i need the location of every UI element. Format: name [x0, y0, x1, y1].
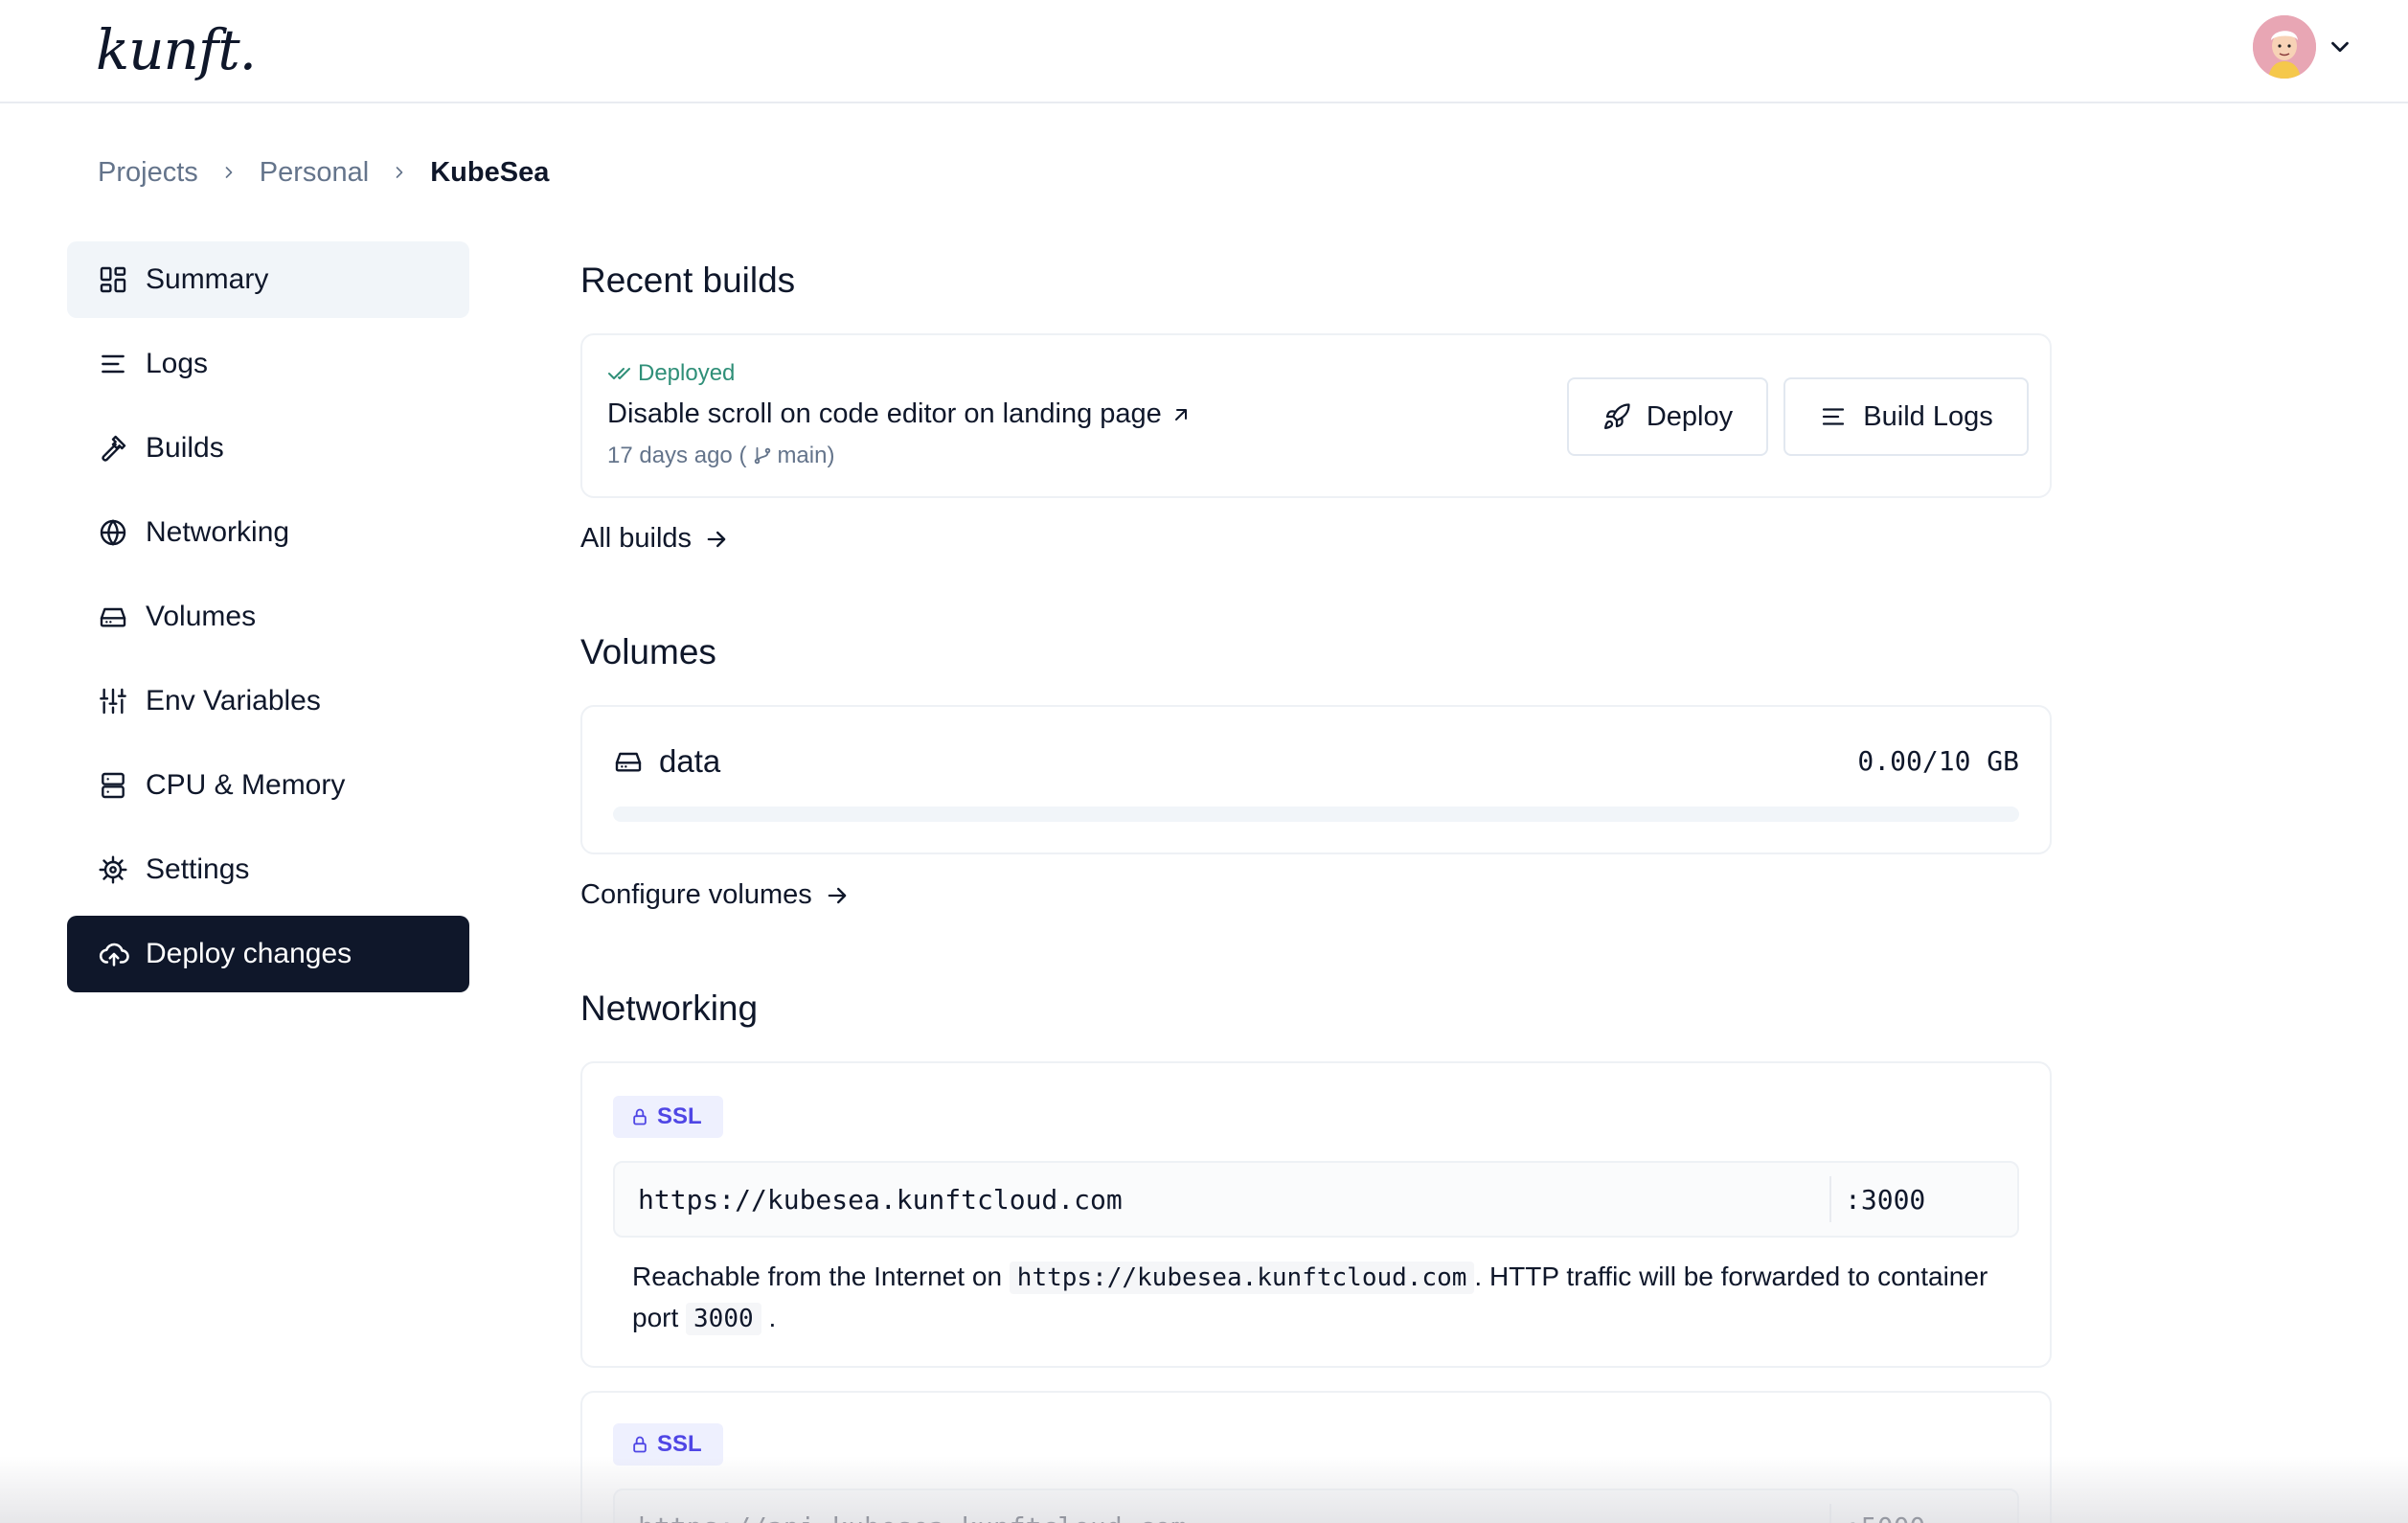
volumes-title: Volumes — [580, 632, 716, 671]
sidebar-item-label: Logs — [146, 348, 209, 379]
globe-icon — [100, 519, 126, 546]
sidebar-item-cpu-memory[interactable]: CPU & Memory — [67, 747, 469, 824]
deploy-button[interactable]: Deploy — [1567, 377, 1768, 456]
commit-message: Disable scroll on code editor on landing… — [607, 398, 1162, 429]
server-icon — [102, 772, 125, 799]
align-left-icon — [102, 354, 125, 374]
align-left-icon — [1823, 408, 1845, 425]
configure-volumes-link[interactable]: Configure volumes — [580, 879, 851, 911]
build-status: Deployed — [607, 360, 735, 387]
user-avatar[interactable] — [2253, 15, 2316, 79]
endpoint-description: Reachable from the Internet on https://k… — [632, 1257, 2000, 1339]
breadcrumb-kubesea: KubeSea — [430, 156, 550, 188]
endpoint-url[interactable]: https://api.kubesea.kunftcloud.com — [638, 1512, 1187, 1523]
sliders-icon — [100, 688, 126, 715]
endpoint-url[interactable]: https://kubesea.kunftcloud.com — [638, 1184, 1123, 1216]
build-logs-button-label: Build Logs — [1863, 400, 1993, 432]
networking-title: Networking — [580, 989, 759, 1028]
all-builds-link[interactable]: All builds — [580, 523, 730, 555]
volume-name: data — [613, 743, 720, 780]
arrow-right-icon — [707, 531, 726, 547]
lock-icon — [633, 1436, 647, 1453]
breadcrumb-personal[interactable]: Personal — [260, 157, 369, 189]
endpoint-card: SSL https://kubesea.kunftcloud.com :3000… — [580, 1061, 2052, 1368]
configure-volumes-label: Configure volumes — [580, 879, 812, 910]
volume-usage: 0.00/10 GB — [1857, 745, 2019, 777]
layout-dashboard-icon — [100, 266, 126, 293]
build-meta: 17 days ago ( main) — [607, 443, 834, 469]
top-bar: kunft. — [0, 0, 2408, 103]
chevron-down-icon[interactable] — [2326, 33, 2354, 61]
logo[interactable]: kunft. — [96, 17, 257, 82]
sidebar-item-label: CPU & Memory — [146, 769, 346, 801]
commit-link[interactable]: Disable scroll on code editor on landing… — [607, 398, 1193, 430]
desc-suffix: . — [768, 1303, 777, 1332]
chevron-right-icon — [225, 167, 233, 178]
desc-port: 3000 — [686, 1303, 761, 1335]
build-status-label: Deployed — [638, 360, 736, 386]
sidebar-item-summary[interactable]: Summary — [67, 241, 469, 318]
lock-icon — [633, 1108, 647, 1125]
desc-url: https://kubesea.kunftcloud.com — [1009, 1262, 1475, 1294]
deploy-changes-label: Deploy changes — [146, 938, 352, 969]
sidebar-item-label: Networking — [146, 516, 290, 548]
sidebar-item-volumes[interactable]: Volumes — [67, 579, 469, 655]
build-card: Deployed Disable scroll on code editor o… — [580, 333, 2052, 498]
avatar-illustration-icon — [2253, 15, 2316, 79]
ssl-badge: SSL — [613, 1423, 723, 1466]
hard-drive-icon — [615, 752, 642, 772]
rocket-icon — [1603, 403, 1630, 429]
sidebar-item-builds[interactable]: Builds — [67, 410, 469, 487]
endpoint-port: :3000 — [1845, 1184, 1926, 1216]
url-divider — [1829, 1504, 1831, 1523]
endpoint-port: :5000 — [1845, 1512, 1925, 1523]
desc-prefix: Reachable from the Internet on — [632, 1262, 1003, 1291]
build-logs-button[interactable]: Build Logs — [1783, 377, 2029, 456]
cloud-upload-icon — [99, 943, 129, 966]
all-builds-label: All builds — [580, 523, 693, 554]
sidebar-item-label: Summary — [146, 263, 269, 295]
recent-builds-title: Recent builds — [580, 261, 796, 300]
sidebar-item-env-variables[interactable]: Env Variables — [67, 663, 469, 739]
volume-card: data 0.00/10 GB — [580, 705, 2052, 854]
sidebar-item-settings[interactable]: Settings — [67, 831, 469, 908]
endpoint-url-field[interactable]: https://kubesea.kunftcloud.com :3000 — [613, 1161, 2019, 1238]
sidebar-item-label: Env Variables — [146, 685, 321, 716]
breadcrumb-projects[interactable]: Projects — [98, 157, 198, 189]
endpoint-card: SSL https://api.kubesea.kunftcloud.com :… — [580, 1391, 2052, 1523]
volume-usage-bar — [613, 807, 2019, 822]
volume-name-label: data — [659, 743, 721, 779]
sidebar-item-logs[interactable]: Logs — [67, 326, 469, 402]
sidebar: Summary Logs Builds Networking Volumes E… — [67, 241, 469, 992]
breadcrumb: Projects Personal KubeSea — [98, 155, 549, 190]
check-check-icon — [608, 368, 630, 379]
deploy-button-label: Deploy — [1646, 400, 1734, 432]
hard-drive-icon — [100, 607, 126, 627]
build-time-ago: 17 days ago ( — [607, 443, 747, 468]
hammer-icon — [102, 435, 126, 462]
sidebar-item-label: Volumes — [146, 601, 257, 632]
arrow-up-right-icon — [1174, 408, 1187, 421]
arrow-right-icon — [828, 887, 847, 903]
sidebar-item-label: Settings — [146, 853, 250, 885]
ssl-badge-label: SSL — [657, 1103, 702, 1129]
sidebar-item-label: Builds — [146, 432, 224, 464]
cog-icon — [99, 855, 127, 884]
build-branch: main) — [777, 443, 835, 468]
url-divider — [1829, 1176, 1831, 1222]
ssl-badge: SSL — [613, 1096, 723, 1138]
endpoint-url-field[interactable]: https://api.kubesea.kunftcloud.com :5000 — [613, 1489, 2019, 1523]
deploy-changes-button[interactable]: Deploy changes — [67, 916, 469, 992]
sidebar-item-networking[interactable]: Networking — [67, 494, 469, 571]
ssl-badge-label: SSL — [657, 1431, 702, 1457]
git-branch-icon — [755, 446, 771, 465]
chevron-right-icon — [396, 167, 403, 178]
